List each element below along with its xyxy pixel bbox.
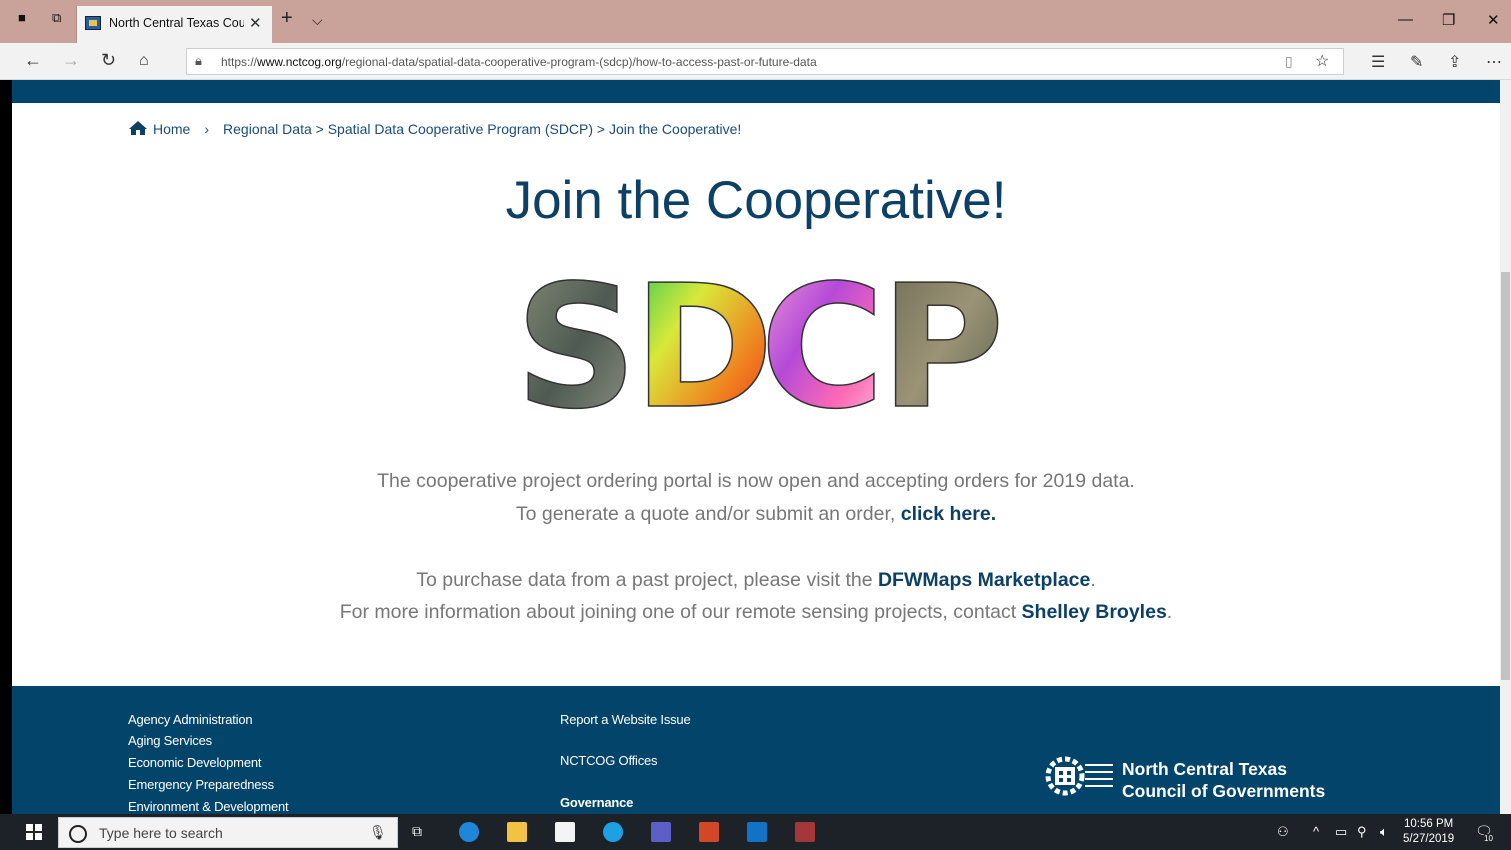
url-field[interactable]: 🔒︎ https://www.nctcog.org/regional-data/… [186,48,1344,75]
address-bar-row: ← → ↻ ⌂ 🔒︎ https://www.nctcog.org/region… [0,43,1511,80]
network-icon[interactable]: ⚲ [1357,824,1367,840]
access-icon[interactable] [795,822,815,842]
microphone-icon[interactable]: 🎙︎ [369,824,387,841]
footer-link-economic-development[interactable]: Economic Development [128,755,261,770]
refresh-icon[interactable]: ↻ [101,50,116,71]
back-icon[interactable]: ← [24,50,42,71]
footer-link-aging-services[interactable]: Aging Services [128,733,212,748]
url-text: https://www.nctcog.org/regional-data/spa… [221,55,817,69]
set-tabs-aside-icon[interactable]: ⧉ [52,10,61,26]
file-explorer-icon[interactable] [507,822,527,842]
favorites-list-icon[interactable]: ☰ [1371,52,1385,72]
store-icon[interactable] [555,822,575,842]
logo-letter-d: D [633,268,774,416]
footer-link-offices[interactable]: NCTCOG Offices [560,753,658,768]
taskbar-clock[interactable]: 10:56 PM 5/27/2019 [1403,817,1454,847]
sdcp-logo: S D C P [515,268,1005,416]
breadcrumb-home-link[interactable]: Home [153,121,190,137]
favorite-star-icon[interactable]: ☆ [1315,51,1329,71]
window-close-icon[interactable]: ✕ [1487,11,1500,29]
taskbar-search-input[interactable]: Type here to search 🎙︎ [58,817,398,848]
more-menu-icon[interactable]: ⋯ [1486,52,1502,72]
tab-close-icon[interactable]: ✕ [249,14,262,32]
taskbar-search-placeholder: Type here to search [99,825,223,841]
battery-icon[interactable]: ▭ [1335,824,1347,840]
cortana-icon [69,825,87,843]
site-favicon-icon [85,16,101,30]
window-left-edge [0,80,12,814]
restore-icon[interactable]: ❐ [1442,11,1455,29]
logo-letter-c: C [760,268,885,416]
footer-org-name: North Central Texas Council of Government… [1122,759,1326,801]
powerpoint-icon[interactable] [699,822,719,842]
teams-icon[interactable] [651,822,671,842]
home-page-icon[interactable]: ⌂ [139,52,149,70]
windows-taskbar: Type here to search 🎙︎ ⧉ ⚇ ^ ▭ ⚲ 🔈︎ 10:5… [0,814,1511,850]
pen-icon[interactable]: ✎ [1410,52,1423,72]
contact-line: For more information about joining one o… [339,601,1173,623]
portal-open-text: The cooperative project ordering portal … [377,470,1135,492]
lock-icon: 🔒︎ [195,53,202,68]
nctcog-seal-icon [1045,756,1113,796]
tab-actions-icon[interactable]: ■ [18,10,26,25]
shelley-broyles-link[interactable]: Shelley Broyles [1022,601,1167,623]
quote-order-line: To generate a quote and/or submit an ord… [515,503,997,525]
tab-title: North Central Texas Cou [109,16,244,30]
footer-link-report-issue[interactable]: Report a Website Issue [560,712,691,727]
logo-letter-s: S [515,268,637,416]
site-header-band [12,80,1500,103]
footer-link-agency-administration[interactable]: Agency Administration [128,712,253,727]
page-title: Join the Cooperative! [505,171,1007,230]
browser-title-bar: ■ ⧉ North Central Texas Cou ✕ + ⌵ — ❐ ✕ [0,0,1511,43]
notification-count: 10 [1484,834,1493,843]
share-icon[interactable]: ⇪ [1448,52,1461,72]
minimize-icon[interactable]: — [1398,11,1413,28]
footer-link-emergency-preparedness[interactable]: Emergency Preparedness [128,777,274,792]
breadcrumb-trail[interactable]: Regional Data > Spatial Data Cooperative… [223,121,741,137]
task-view-icon[interactable]: ⧉ [412,823,422,840]
browser-tab[interactable]: North Central Texas Cou ✕ [76,6,272,43]
home-icon[interactable] [128,120,148,136]
footer-link-environment-development[interactable]: Environment & Development [128,799,289,814]
volume-muted-icon[interactable]: 🔈︎ [1380,824,1388,840]
tab-preview-chevron-icon[interactable]: ⌵ [312,12,323,29]
edge-app-icon[interactable] [459,822,479,842]
windows-start-icon[interactable] [26,824,42,840]
show-hidden-icons-chevron[interactable]: ^ [1313,824,1319,839]
dfwmaps-marketplace-link[interactable]: DFWMaps Marketplace [878,569,1090,591]
logo-letter-p: P [880,268,1005,416]
breadcrumb: Home › Regional Data > Spatial Data Cooper… [128,118,741,137]
skype-icon[interactable] [603,822,623,842]
footer-heading-governance[interactable]: Governance [560,795,633,810]
forward-icon[interactable]: → [62,50,80,71]
outlook-icon[interactable] [747,822,767,842]
scrollbar-thumb[interactable] [1501,272,1510,680]
past-project-line: To purchase data from a past project, pl… [416,569,1096,591]
breadcrumb-separator: › [204,121,210,137]
reading-view-icon[interactable]: ▯ [1285,53,1293,70]
click-here-link[interactable]: click here. [901,503,996,525]
people-icon[interactable]: ⚇ [1277,824,1289,840]
new-tab-icon[interactable]: + [281,7,293,30]
